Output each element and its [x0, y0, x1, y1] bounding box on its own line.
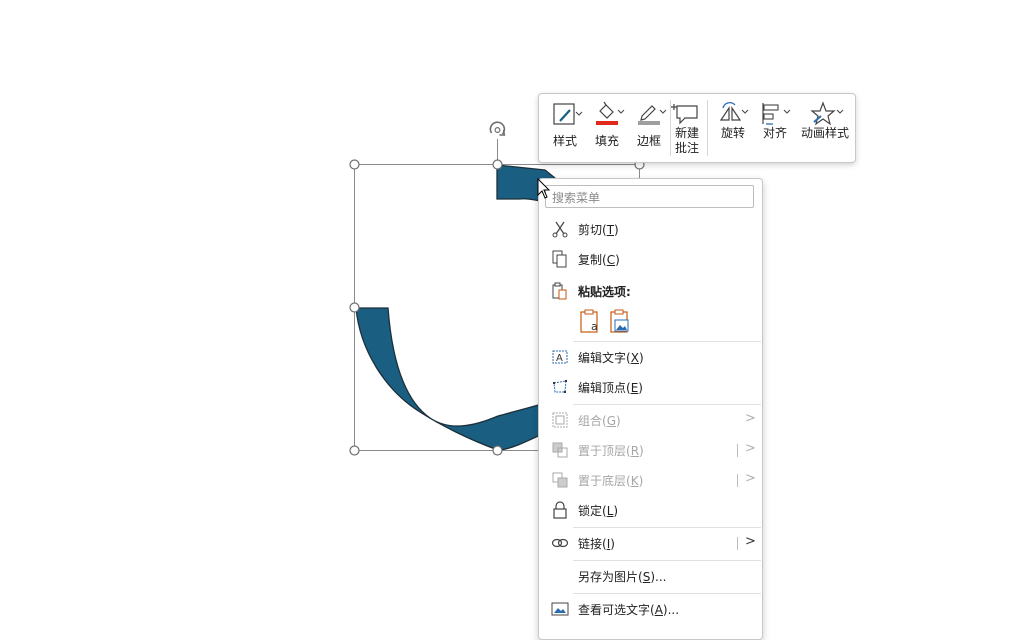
menu-item-lock[interactable]: 锁定(L) [539, 496, 762, 524]
fill-bucket-icon [596, 101, 625, 125]
new-comment-icon [671, 104, 698, 125]
svg-text:A: A [556, 353, 563, 364]
submenu-arrow-icon: > [745, 534, 756, 549]
menu-item-edit-text[interactable]: A 编辑文字(X) [539, 343, 762, 371]
menu-separator [573, 404, 761, 405]
outline-pen-icon [638, 105, 667, 125]
style-label: 样式 [552, 134, 577, 148]
alt-text-icon [551, 602, 569, 616]
menu-separator [573, 560, 761, 561]
context-menu: 搜索菜单 剪切(T) 复制(C) 粘贴选项: a A 编辑文字(X) 编辑顶点(… [538, 178, 763, 640]
animation-style-label: 动画样式 [800, 126, 849, 140]
shape-style-icon [553, 103, 583, 125]
menu-separator [573, 341, 761, 342]
paste-keep-text-button[interactable]: a [579, 309, 601, 339]
menu-item-bring-to-front: 置于顶层(R) > [539, 436, 762, 464]
align-label: 对齐 [762, 126, 787, 140]
scissors-icon [552, 221, 568, 238]
toolbar-divider [707, 100, 708, 156]
fill-button[interactable]: 填充 [587, 94, 627, 162]
paste-keep-text-icon: a [580, 309, 598, 333]
menu-separator [573, 593, 761, 594]
new-comment-button[interactable]: 新建 批注 [671, 94, 703, 162]
menu-item-paste-options: 粘贴选项: [539, 277, 762, 305]
outline-button[interactable]: 边框 [629, 94, 669, 162]
slide-canvas [0, 0, 1013, 617]
menu-item-send-to-back: 置于底层(K) > [539, 466, 762, 494]
clipboard-icon [552, 282, 567, 300]
split-divider [737, 537, 738, 550]
crescent-shape[interactable] [355, 307, 556, 451]
resize-handle-bottom-middle[interactable] [492, 445, 503, 456]
submenu-arrow-icon: > [745, 441, 756, 456]
submenu-arrow-icon: > [745, 471, 756, 486]
menu-item-save-as-picture[interactable]: 另存为图片(S)... [539, 562, 762, 590]
rotate-label: 旋转 [720, 126, 745, 140]
group-icon [552, 412, 568, 428]
lock-icon [553, 501, 567, 519]
split-divider [737, 444, 738, 457]
paste-picture-icon [610, 309, 629, 333]
svg-text:a: a [591, 320, 598, 333]
align-icon [762, 103, 791, 125]
rotate-handle-icon[interactable] [489, 121, 506, 136]
resize-handle-middle-left[interactable] [349, 302, 360, 313]
rotate-icon [719, 102, 749, 121]
animation-style-button[interactable]: 动画样式 [797, 94, 853, 162]
bring-to-front-icon [552, 442, 568, 458]
copy-icon [552, 250, 567, 268]
submenu-arrow-icon: > [745, 411, 756, 426]
menu-item-alt-text[interactable]: 查看可选文字(A)... [539, 595, 762, 623]
menu-item-edit-points[interactable]: 编辑顶点(E) [539, 373, 762, 401]
edit-text-icon: A [552, 350, 568, 364]
rotate-button[interactable]: 旋转 [715, 94, 751, 162]
new-comment-label-line1: 新建 [674, 126, 699, 140]
align-button[interactable]: 对齐 [757, 94, 793, 162]
paste-as-picture-button[interactable] [609, 309, 631, 339]
outline-label: 边框 [636, 134, 661, 148]
new-comment-label-line2: 批注 [674, 141, 699, 155]
menu-item-link[interactable]: 链接(I) > [539, 529, 762, 557]
send-to-back-icon [552, 472, 568, 488]
resize-handle-top-left[interactable] [349, 159, 360, 170]
split-divider [737, 474, 738, 487]
fill-label: 填充 [594, 134, 619, 148]
mouse-cursor-icon [537, 178, 551, 199]
menu-item-group: 组合(G) > [539, 406, 762, 434]
link-icon [551, 538, 569, 548]
mini-toolbar: 样式 填充 边框 新建 批注 旋转 对齐 动画样式 [538, 93, 856, 163]
edit-points-icon [553, 380, 567, 393]
animation-star-icon [810, 101, 844, 126]
resize-handle-top-middle[interactable] [492, 159, 503, 170]
resize-handle-bottom-left[interactable] [349, 445, 360, 456]
menu-item-cut[interactable]: 剪切(T) [539, 215, 762, 243]
menu-item-copy[interactable]: 复制(C) [539, 245, 762, 273]
menu-separator [573, 527, 761, 528]
style-button[interactable]: 样式 [545, 94, 585, 162]
search-menu-input[interactable]: 搜索菜单 [545, 185, 754, 208]
